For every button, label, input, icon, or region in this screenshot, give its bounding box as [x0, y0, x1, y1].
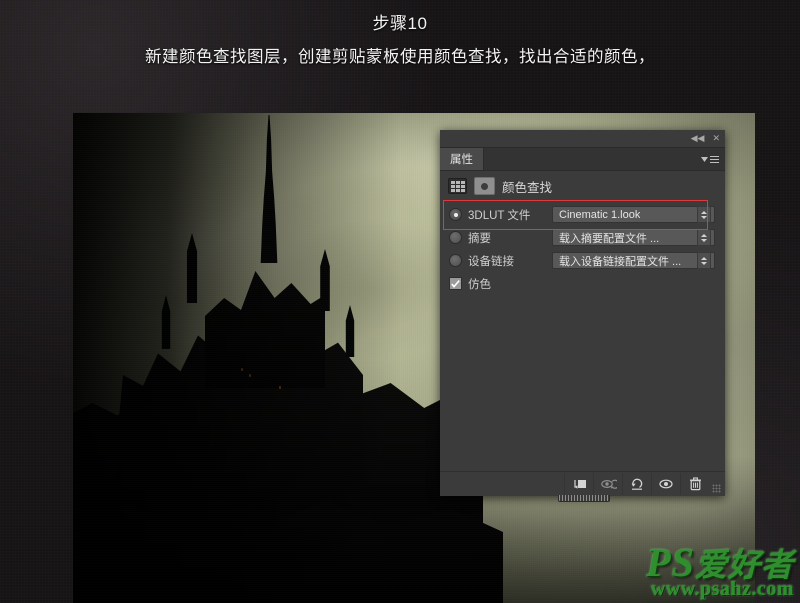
dropdown-3dlut-file-value: Cinematic 1.look: [559, 208, 641, 221]
stepper-3dlut-file[interactable]: [697, 206, 711, 223]
stepper-abstract[interactable]: [697, 229, 711, 246]
clip-to-layer-icon[interactable]: [564, 473, 593, 495]
dropdown-abstract[interactable]: 载入摘要配置文件 ...: [552, 229, 715, 246]
label-device-link: 设备链接: [468, 255, 514, 268]
label-dither: 仿色: [468, 278, 491, 291]
adjustment-header: 颜色查找: [440, 171, 725, 201]
adjustment-title: 颜色查找: [502, 180, 553, 195]
tab-properties[interactable]: 属性: [440, 148, 484, 170]
dropdown-device-link-value: 载入设备链接配置文件 ...: [559, 255, 682, 268]
property-rows: 3DLUT 文件 Cinematic 1.look 摘要 载入摘要配置文件 ..…: [440, 200, 725, 299]
hamburger-icon: [710, 154, 719, 165]
label-abstract: 摘要: [468, 232, 491, 245]
caption-block: 步骤10 新建颜色查找图层，创建剪贴蒙板使用颜色查找，找出合适的颜色，: [0, 0, 800, 67]
eye-icon[interactable]: [651, 473, 680, 495]
dropdown-3dlut-file[interactable]: Cinematic 1.look: [552, 206, 715, 223]
checkbox-dither[interactable]: [449, 277, 462, 290]
stepper-device-link[interactable]: [697, 252, 711, 269]
watermark-brand: PS爱好者: [646, 543, 794, 583]
site-watermark: PS爱好者 www.psahz.com: [646, 543, 794, 600]
tabbar-empty-area: [484, 148, 725, 170]
close-icon[interactable]: ✕: [712, 134, 720, 143]
row-dither[interactable]: 仿色: [440, 272, 725, 295]
collapse-icon[interactable]: ◀◀: [691, 134, 705, 143]
label-3dlut-file: 3DLUT 文件: [468, 209, 531, 222]
radio-device-link[interactable]: [449, 254, 462, 267]
eye-arrow-icon[interactable]: [593, 473, 622, 495]
panel-body: 颜色查找 3DLUT 文件 Cinematic 1.look 摘要 载入摘要配置…: [440, 171, 725, 502]
panel-footer-toolbar: [440, 471, 725, 496]
step-instruction: 新建颜色查找图层，创建剪贴蒙板使用颜色查找，找出合适的颜色，: [145, 48, 655, 66]
trash-icon[interactable]: [680, 473, 709, 495]
row-device-link[interactable]: 设备链接 载入设备链接配置文件 ...: [440, 249, 725, 272]
panel-empty-area: [440, 299, 725, 471]
panel-tabbar: 属性: [440, 148, 725, 171]
panel-menu-icon[interactable]: [701, 154, 719, 165]
properties-panel: ◀◀ ✕ 属性 颜色查找 3DLUT 文件 Cinematic 1.look 摘…: [440, 130, 725, 502]
panel-titlebar: ◀◀ ✕: [440, 130, 725, 148]
watermark-url: www.psahz.com: [650, 578, 794, 600]
reset-arrow-icon[interactable]: [622, 473, 651, 495]
tab-properties-label: 属性: [450, 154, 473, 166]
grid-icon[interactable]: [448, 178, 467, 194]
panel-resize-grip[interactable]: [709, 473, 723, 495]
row-abstract[interactable]: 摘要 载入摘要配置文件 ...: [440, 226, 725, 249]
radio-3dlut-file[interactable]: [449, 208, 462, 221]
row-3dlut-file[interactable]: 3DLUT 文件 Cinematic 1.look: [440, 203, 725, 226]
check-icon: [451, 279, 460, 288]
radio-abstract[interactable]: [449, 231, 462, 244]
step-title: 步骤10: [372, 14, 428, 33]
dropdown-abstract-value: 载入摘要配置文件 ...: [559, 232, 660, 245]
dropdown-device-link[interactable]: 载入设备链接配置文件 ...: [552, 252, 715, 269]
chevron-down-icon: [701, 156, 708, 162]
panel-resize-handle[interactable]: [558, 495, 610, 502]
adjustment-circle-icon[interactable]: [474, 177, 495, 195]
